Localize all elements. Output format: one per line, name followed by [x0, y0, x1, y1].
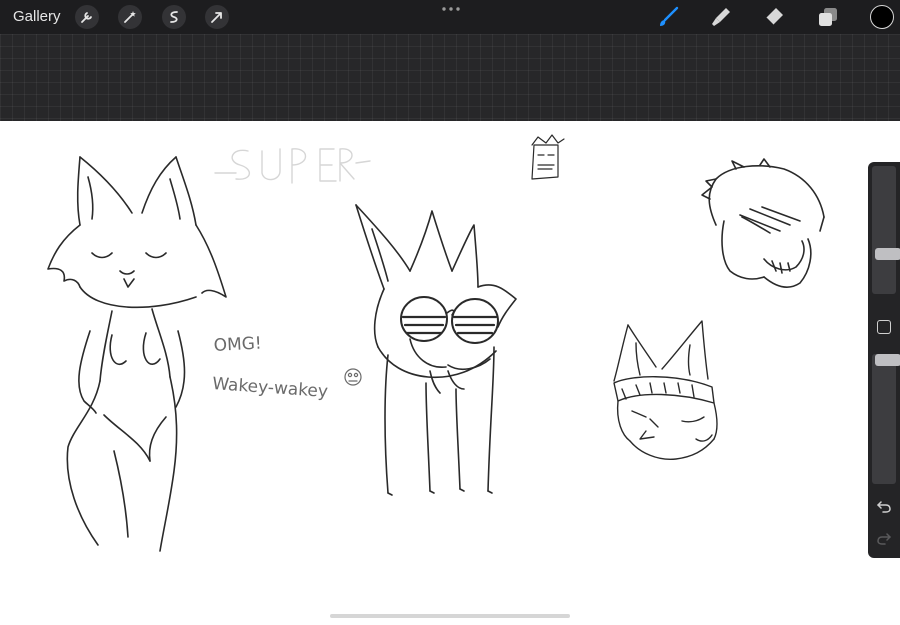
more-options-icon[interactable] [441, 5, 461, 13]
selection-icon[interactable] [162, 5, 186, 29]
sunglasses-character-sketch [355, 204, 517, 496]
eraser-icon[interactable] [762, 5, 786, 29]
opacity-slider[interactable] [872, 354, 900, 484]
handwritten-notes: OMG! Wakey-wakey [212, 334, 362, 402]
sketch-layer: OMG! Wakey-wakey [47, 134, 825, 552]
top-toolbar: Gallery [0, 0, 900, 34]
wrench-icon[interactable] [75, 5, 99, 29]
drawing-canvas[interactable]: OMG! Wakey-wakey [0, 121, 900, 625]
faint-super-sketch [214, 148, 371, 184]
beanie-cat-sketch [613, 320, 718, 460]
brush-size-thumb[interactable] [875, 248, 900, 260]
layers-icon[interactable] [816, 5, 840, 29]
cat-girl-sketch [47, 156, 227, 552]
note-omg: OMG! [213, 334, 262, 356]
undo-icon[interactable] [876, 499, 892, 513]
grinning-face-sketch [701, 158, 825, 289]
magic-wand-icon[interactable] [118, 5, 142, 29]
opacity-thumb[interactable] [875, 354, 900, 366]
note-wakey: Wakey-wakey [212, 374, 329, 402]
brush-icon[interactable] [656, 5, 680, 29]
brush-size-slider[interactable] [872, 166, 900, 294]
redo-icon[interactable] [876, 531, 892, 545]
gallery-button[interactable]: Gallery [13, 8, 61, 25]
tiny-doodle-face [531, 134, 565, 180]
smudge-icon[interactable] [709, 5, 733, 29]
color-picker-swatch[interactable] [870, 5, 894, 29]
home-indicator [330, 614, 570, 618]
eyedropper-modify-button[interactable] [877, 320, 891, 334]
workspace-background [0, 34, 900, 121]
transform-arrow-icon[interactable] [205, 5, 229, 29]
